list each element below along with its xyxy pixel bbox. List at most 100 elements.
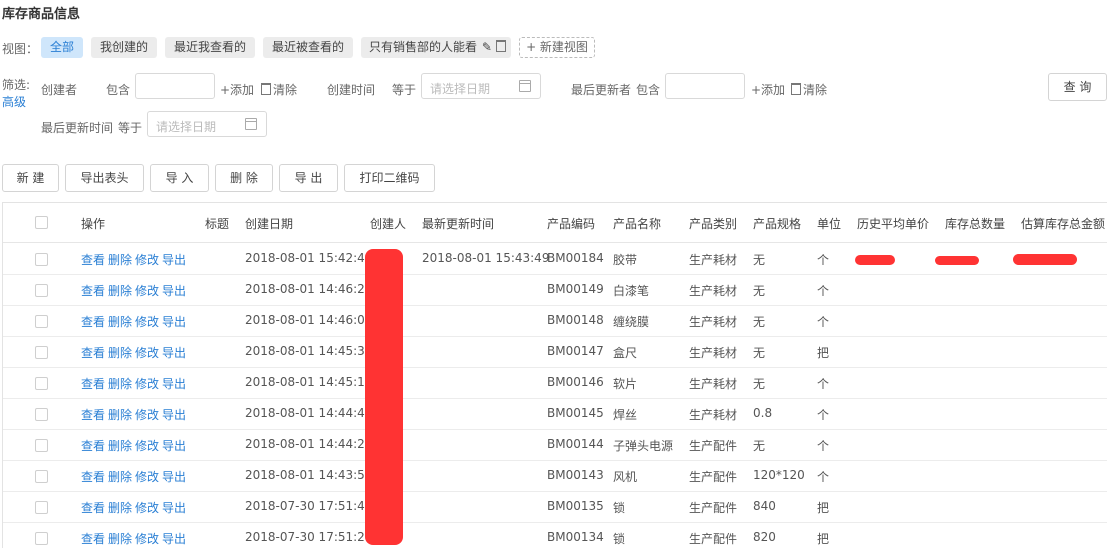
col-header-product-name[interactable]: 产品名称 <box>613 215 661 232</box>
view-chip-sales-only[interactable]: 只有销售部的人能看 ✎ <box>361 37 511 58</box>
edit-link[interactable]: 修改 <box>135 532 159 546</box>
import-button[interactable]: 导 入 <box>150 164 209 192</box>
new-view-button[interactable]: + 新建视图 <box>519 37 595 58</box>
col-header-last-updated[interactable]: 最新更新时间 <box>422 215 494 232</box>
export-link[interactable]: 导出 <box>162 439 186 453</box>
edit-link[interactable]: 修改 <box>135 470 159 484</box>
creator-input[interactable] <box>135 73 215 99</box>
row-checkbox[interactable] <box>35 284 48 297</box>
row-checkbox[interactable] <box>35 470 48 483</box>
col-header-created-date[interactable]: 创建日期 <box>245 215 293 232</box>
col-header-avg-price[interactable]: 历史平均单价 <box>857 215 929 232</box>
last-updater-add-button[interactable]: +添加 <box>751 81 785 98</box>
table-row[interactable]: 查看 删除 修改 导出 2018-08-01 14:45:32 BM00147 盒尺 生产耗材… <box>3 336 1107 368</box>
export-link[interactable]: 导出 <box>162 501 186 515</box>
delete-link[interactable]: 删除 <box>108 532 132 546</box>
select-all-checkbox[interactable] <box>35 216 48 229</box>
delete-link[interactable]: 删除 <box>108 253 132 267</box>
table-row[interactable]: 查看 删除 修改 导出 2018-08-01 14:44:23 BM00144 子弹头电源 生… <box>3 429 1107 461</box>
edit-link[interactable]: 修改 <box>135 284 159 298</box>
view-link[interactable]: 查看 <box>81 439 105 453</box>
export-link[interactable]: 导出 <box>162 377 186 391</box>
delete-button[interactable]: 删 除 <box>215 164 273 192</box>
creator-clear-button[interactable]: 清除 <box>261 81 297 98</box>
view-link[interactable]: 查看 <box>81 377 105 391</box>
edit-icon[interactable]: ✎ <box>482 37 492 58</box>
view-link[interactable]: 查看 <box>81 532 105 546</box>
created-date-picker[interactable]: 请选择日期 <box>421 73 541 99</box>
edit-link[interactable]: 修改 <box>135 315 159 329</box>
table-row[interactable]: 查看 删除 修改 导出 2018-08-01 14:44:48 BM00145 焊丝 生产耗材… <box>3 398 1107 430</box>
view-link[interactable]: 查看 <box>81 408 105 422</box>
delete-icon[interactable] <box>495 40 506 52</box>
row-checkbox[interactable] <box>35 532 48 545</box>
table-row[interactable]: 查看 删除 修改 导出 2018-08-01 14:46:03 BM00148 缠绕膜 生产耗… <box>3 305 1107 337</box>
creator-add-button[interactable]: +添加 <box>220 81 254 98</box>
row-checkbox[interactable] <box>35 439 48 452</box>
edit-link[interactable]: 修改 <box>135 501 159 515</box>
edit-link[interactable]: 修改 <box>135 377 159 391</box>
row-checkbox[interactable] <box>35 253 48 266</box>
last-updated-date-picker[interactable]: 请选择日期 <box>147 111 267 137</box>
export-link[interactable]: 导出 <box>162 408 186 422</box>
view-link[interactable]: 查看 <box>81 470 105 484</box>
view-link[interactable]: 查看 <box>81 346 105 360</box>
edit-link[interactable]: 修改 <box>135 346 159 360</box>
edit-link[interactable]: 修改 <box>135 253 159 267</box>
export-link[interactable]: 导出 <box>162 532 186 546</box>
last-updater-clear-button[interactable]: 清除 <box>791 81 827 98</box>
row-checkbox[interactable] <box>35 408 48 421</box>
view-chip-recent-viewed-by-me[interactable]: 最近我查看的 <box>165 37 255 58</box>
view-link[interactable]: 查看 <box>81 284 105 298</box>
edit-link[interactable]: 修改 <box>135 439 159 453</box>
advanced-filter-link[interactable]: 高级 <box>2 93 26 110</box>
view-chip-mine[interactable]: 我创建的 <box>91 37 157 58</box>
delete-link[interactable]: 删除 <box>108 408 132 422</box>
view-link[interactable]: 查看 <box>81 253 105 267</box>
export-link[interactable]: 导出 <box>162 253 186 267</box>
delete-link[interactable]: 删除 <box>108 439 132 453</box>
export-link[interactable]: 导出 <box>162 284 186 298</box>
view-chip-sales-only-label: 只有销售部的人能看 <box>369 40 478 54</box>
row-checkbox[interactable] <box>35 346 48 359</box>
view-chip-recently-viewed[interactable]: 最近被查看的 <box>263 37 353 58</box>
col-header-creator[interactable]: 创建人 <box>370 215 406 232</box>
delete-link[interactable]: 删除 <box>108 284 132 298</box>
table-row[interactable]: 查看 删除 修改 导出 2018-07-30 17:51:41 BM00135 锁 生产配件 8… <box>3 491 1107 523</box>
view-chip-all[interactable]: 全部 <box>41 37 83 58</box>
delete-link[interactable]: 删除 <box>108 470 132 484</box>
col-header-product-code[interactable]: 产品编码 <box>547 215 595 232</box>
delete-link[interactable]: 删除 <box>108 346 132 360</box>
print-qrcode-button[interactable]: 打印二维码 <box>344 164 435 192</box>
col-header-product-spec[interactable]: 产品规格 <box>753 215 801 232</box>
delete-link[interactable]: 删除 <box>108 377 132 391</box>
col-header-total-amount[interactable]: 估算库存总金额 <box>1021 215 1105 232</box>
delete-link[interactable]: 删除 <box>108 501 132 515</box>
export-link[interactable]: 导出 <box>162 346 186 360</box>
row-actions: 查看 删除 修改 导出 <box>81 313 189 330</box>
new-button[interactable]: 新 建 <box>2 164 59 192</box>
query-button[interactable]: 查 询 <box>1048 73 1107 101</box>
export-header-button[interactable]: 导出表头 <box>65 164 144 192</box>
delete-link[interactable]: 删除 <box>108 315 132 329</box>
table-row[interactable]: 查看 删除 修改 导出 2018-08-01 14:46:28 BM00149 白漆笔 生产耗… <box>3 274 1107 306</box>
col-header-product-category[interactable]: 产品类别 <box>689 215 737 232</box>
row-checkbox[interactable] <box>35 315 48 328</box>
view-link[interactable]: 查看 <box>81 501 105 515</box>
cell-product-category: 生产配件 <box>689 439 738 453</box>
view-link[interactable]: 查看 <box>81 315 105 329</box>
col-header-unit[interactable]: 单位 <box>817 215 841 232</box>
last-updater-input[interactable] <box>665 73 745 99</box>
export-link[interactable]: 导出 <box>162 470 186 484</box>
export-button[interactable]: 导 出 <box>279 164 338 192</box>
edit-link[interactable]: 修改 <box>135 408 159 422</box>
row-checkbox[interactable] <box>35 501 48 514</box>
col-header-title[interactable]: 标题 <box>205 215 229 232</box>
table-row[interactable]: 查看 删除 修改 导出 2018-08-01 14:45:12 BM00146 软片 生产耗材… <box>3 367 1107 399</box>
table-row[interactable]: 查看 删除 修改 导出 2018-07-30 17:51:24 BM00134 锁 生产配件 8… <box>3 522 1107 548</box>
col-header-total-qty[interactable]: 库存总数量 <box>945 215 1005 232</box>
export-link[interactable]: 导出 <box>162 315 186 329</box>
row-checkbox[interactable] <box>35 377 48 390</box>
table-row[interactable]: 查看 删除 修改 导出 2018-08-01 14:43:54 BM00143 风机 生产配件… <box>3 460 1107 492</box>
redaction-mark <box>935 256 979 265</box>
